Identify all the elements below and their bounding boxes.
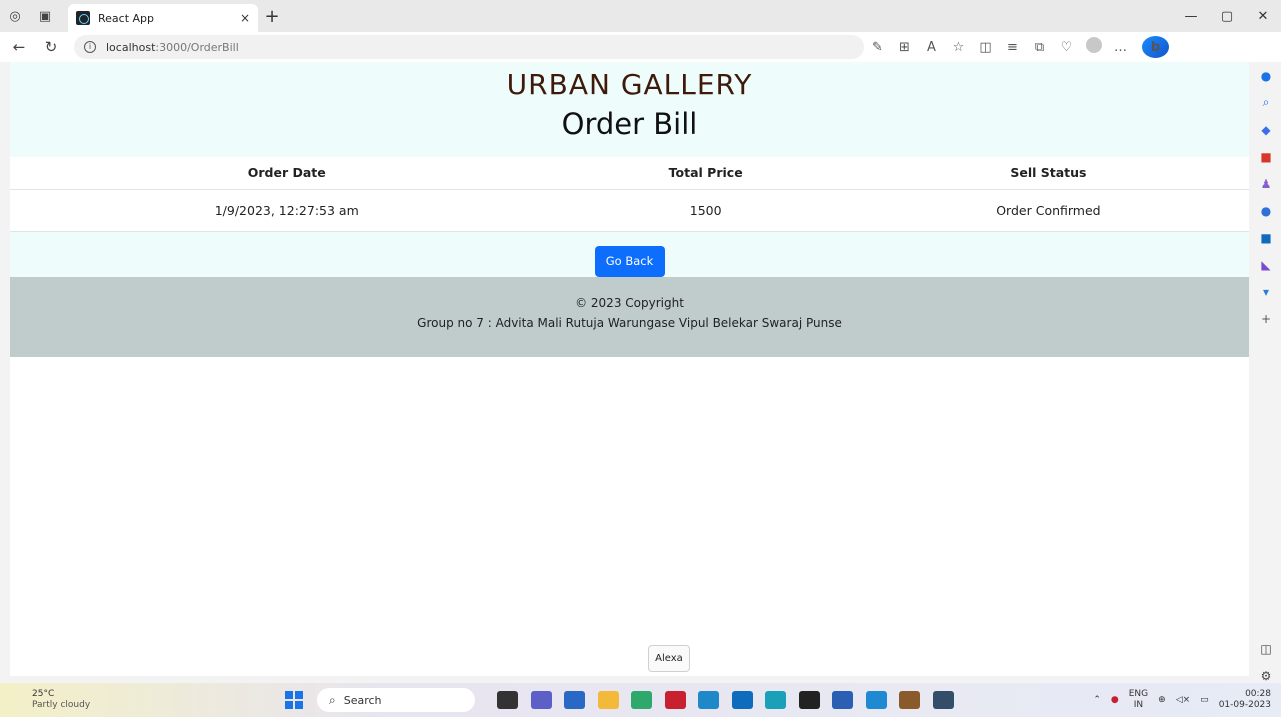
sell-status-cell: Order Confirmed — [847, 189, 1249, 232]
hide-sidebar-icon[interactable]: ◫ — [1251, 635, 1281, 662]
volume-mute-icon[interactable]: ◁× — [1176, 695, 1190, 705]
table-header-row: Order Date Total Price Sell Status — [10, 157, 1249, 190]
web-page: URBAN GALLERY Order Bill Order Date Tota… — [10, 62, 1249, 676]
column-header-sell-status: Sell Status — [847, 157, 1249, 190]
tools-briefcase-icon[interactable]: ■ — [1251, 143, 1281, 170]
actions-bar: Go Back — [10, 231, 1249, 277]
page-footer: © 2023 Copyright Group no 7 : Advita Mal… — [10, 276, 1249, 357]
search-icon: ⌕ — [329, 692, 336, 707]
tooltip: Alexa — [648, 645, 690, 672]
temperature-text: 25°C — [32, 689, 55, 699]
region-code: IN — [1133, 700, 1144, 710]
add-sidebar-icon[interactable]: + — [1251, 305, 1281, 332]
app-round-icon[interactable] — [899, 691, 920, 709]
react-favicon-icon — [76, 11, 90, 25]
workspaces-icon[interactable]: ◎ — [0, 0, 30, 32]
mcafee-icon[interactable] — [664, 691, 686, 709]
window-controls: — ▢ ✕ — [1173, 0, 1281, 32]
notification-icon[interactable]: ● — [1251, 62, 1281, 89]
favorite-star-icon[interactable]: ☆ — [945, 40, 972, 55]
address-toolbar: ← ↻ i localhost :3000/OrderBill ✎ ⊞ A ☆ … — [0, 32, 1281, 62]
app-dark-icon[interactable] — [932, 691, 954, 709]
more-options-icon[interactable]: … — [1107, 40, 1134, 55]
collections-icon[interactable]: ⧉ — [1026, 40, 1053, 55]
close-window-button[interactable]: ✕ — [1245, 0, 1281, 32]
tab-close-icon[interactable]: × — [240, 11, 250, 25]
language-code: ENG — [1128, 689, 1149, 699]
edit-icon[interactable]: ✎ — [864, 40, 891, 55]
apps-icon[interactable]: ⊞ — [891, 40, 918, 55]
browser-tab-bar: ◎ ▣ React App × + — ▢ ✕ — [0, 0, 1281, 32]
vscode-icon[interactable] — [865, 691, 887, 709]
shopping-tag-icon[interactable]: ◆ — [1251, 116, 1281, 143]
chevron-up-icon[interactable]: ⌃ — [1093, 695, 1101, 705]
back-arrow-icon[interactable]: ← — [6, 38, 32, 56]
browser-tab[interactable]: React App × — [68, 4, 258, 32]
split-screen-icon[interactable]: ◫ — [972, 40, 999, 55]
go-back-button[interactable]: Go Back — [594, 245, 665, 277]
teams-icon[interactable] — [530, 691, 552, 709]
language-indicator[interactable]: ENG IN — [1129, 689, 1148, 711]
browser-tools: ✎ ⊞ A ☆ ◫ ≡ ⧉ ♡ … b — [864, 36, 1169, 58]
l-app-icon[interactable] — [698, 691, 719, 709]
bing-icon[interactable]: b — [1142, 36, 1169, 58]
url-host: localhost — [106, 40, 156, 54]
column-header-order-date: Order Date — [10, 157, 564, 190]
pinned-apps — [497, 691, 966, 709]
site-info-icon[interactable]: i — [84, 41, 96, 53]
favorites-icon[interactable]: ≡ — [999, 40, 1026, 55]
refresh-icon[interactable]: ↻ — [38, 38, 64, 56]
tab-title: React App — [98, 11, 155, 25]
file-explorer-icon[interactable] — [597, 691, 619, 709]
column-header-total-price: Total Price — [563, 157, 848, 190]
r-app-icon[interactable] — [564, 691, 585, 709]
battery-icon[interactable]: ▭ — [1200, 695, 1209, 705]
games-icon[interactable]: ♟ — [1251, 170, 1281, 197]
read-aloud-icon[interactable]: A — [918, 40, 945, 55]
outlook-icon[interactable]: ■ — [1251, 224, 1281, 251]
tray-app-icon[interactable]: ● — [1111, 695, 1119, 705]
url-field[interactable]: i localhost :3000/OrderBill — [74, 35, 864, 59]
order-table: Order Date Total Price Sell Status 1/9/2… — [10, 157, 1249, 232]
app-green-icon[interactable] — [631, 691, 652, 709]
total-price-cell: 1500 — [563, 189, 848, 232]
order-date-cell: 1/9/2023, 12:27:53 am — [10, 189, 564, 232]
office-icon[interactable]: ● — [1251, 197, 1281, 224]
word-icon[interactable] — [832, 691, 853, 709]
table-row: 1/9/2023, 12:27:53 am 1500 Order Confirm… — [10, 189, 1249, 232]
taskbar-search-box[interactable]: ⌕ Search — [317, 688, 475, 712]
weather-condition-text: Partly cloudy — [32, 700, 91, 710]
edge-sidebar: ● ⌕ ◆ ■ ♟ ● ■ ◣ ▾ + ◫ ⚙ — [1251, 62, 1281, 683]
url-path: :3000/OrderBill — [155, 40, 239, 54]
page-header: URBAN GALLERY Order Bill — [10, 62, 1249, 157]
edge-icon[interactable] — [765, 691, 786, 709]
task-view-icon[interactable] — [497, 691, 518, 709]
brand-title: URBAN GALLERY — [506, 68, 753, 101]
clock[interactable]: 00:28 01-09-2023 — [1219, 689, 1271, 711]
windows-start-icon[interactable] — [285, 691, 303, 709]
credits-text: Group no 7 : Advita Mali Rutuja Warungas… — [417, 315, 842, 330]
minimize-button[interactable]: — — [1173, 0, 1209, 32]
time-text: 00:28 — [1245, 689, 1271, 699]
terminal-icon[interactable] — [798, 691, 820, 709]
search-icon[interactable]: ⌕ — [1251, 89, 1281, 116]
taskbar: 25°C Partly cloudy ⌕ Search ⌃ ● ENG IN ⊕… — [0, 683, 1281, 717]
system-tray: ⌃ ● ENG IN ⊕ ◁× ▭ 00:28 01-09-2023 — [1093, 683, 1281, 717]
copyright-text: © 2023 Copyright — [575, 295, 684, 310]
health-icon[interactable]: ♡ — [1053, 40, 1080, 55]
weather-widget[interactable]: 25°C Partly cloudy — [0, 689, 120, 711]
new-tab-button[interactable]: + — [258, 6, 286, 27]
profile-avatar[interactable] — [1080, 37, 1107, 57]
date-text: 01-09-2023 — [1218, 700, 1271, 710]
drop-icon[interactable]: ▾ — [1251, 278, 1281, 305]
network-icon[interactable]: ⊕ — [1158, 695, 1166, 705]
page-title: Order Bill — [561, 107, 698, 141]
restore-button[interactable]: ▢ — [1209, 0, 1245, 32]
designer-icon[interactable]: ◣ — [1251, 251, 1281, 278]
tab-actions-icon[interactable]: ▣ — [30, 0, 60, 32]
search-placeholder: Search — [343, 693, 382, 707]
mail-icon[interactable] — [731, 691, 753, 709]
